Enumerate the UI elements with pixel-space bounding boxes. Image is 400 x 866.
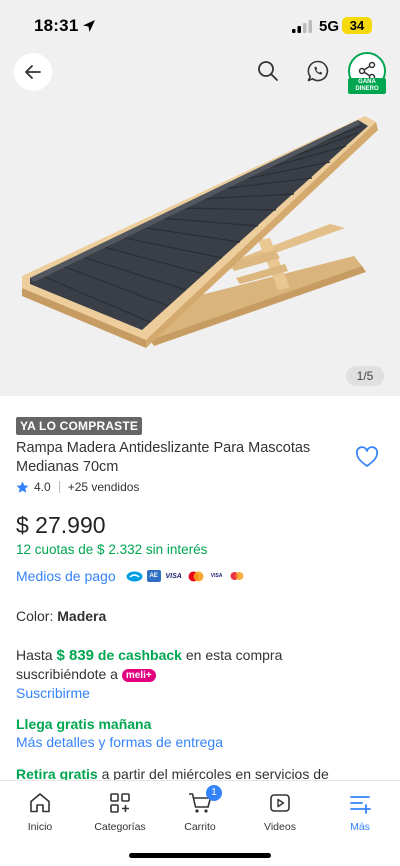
- nav-cart-label: Carrito: [184, 821, 216, 833]
- product-image[interactable]: [0, 78, 400, 348]
- divider: [58, 481, 60, 493]
- nav-categories-label: Categorías: [94, 821, 146, 833]
- product-gallery[interactable]: GANA DINERO 1/5: [0, 50, 400, 396]
- image-counter: 1/5: [346, 366, 384, 386]
- already-bought-badge: YA LO COMPRASTE: [16, 417, 143, 435]
- mercadopago-icon: [126, 571, 143, 581]
- home-indicator: [129, 853, 271, 858]
- cashback-amount: $ 839: [56, 647, 95, 664]
- payment-methods-row[interactable]: Medios de pago AE VISA VISA: [16, 568, 245, 584]
- home-icon: [30, 793, 50, 813]
- price: $ 27.990: [16, 512, 106, 538]
- nav-home-label: Inicio: [27, 821, 53, 833]
- nav-more-label: Más: [350, 821, 370, 833]
- shipping-info: Llega gratis mañana: [16, 716, 152, 732]
- cashback-word: de cashback: [97, 647, 182, 663]
- star-icon: [16, 481, 29, 493]
- subscribe-link[interactable]: Suscribirme: [16, 685, 90, 701]
- nav-more[interactable]: Más: [320, 791, 400, 833]
- nav-cart[interactable]: 1 Carrito: [160, 785, 240, 833]
- video-icon: [270, 794, 290, 812]
- rating-row[interactable]: 4.0 +25 vendidos: [16, 480, 139, 494]
- network-type: 5G: [319, 18, 340, 35]
- heart-icon[interactable]: [352, 442, 382, 472]
- color-selector[interactable]: Color: Madera: [16, 608, 106, 624]
- sold-count: +25 vendidos: [67, 480, 140, 494]
- cart-count-badge: 1: [206, 785, 222, 801]
- payment-methods-link[interactable]: Medios de pago: [16, 568, 116, 584]
- location-arrow-icon: [83, 20, 95, 32]
- signal-icon: [292, 20, 312, 33]
- installments: 12 cuotas de $ 2.332 sin interés: [16, 542, 208, 557]
- amex-icon: AE: [146, 570, 161, 582]
- shipping-details-link[interactable]: Más detalles y formas de entrega: [16, 734, 223, 750]
- meli-plus-badge: meli+: [121, 669, 156, 682]
- status-bar: 18:31 5G 34: [0, 0, 400, 50]
- clock: 18:31: [34, 16, 79, 35]
- nav-home[interactable]: Inicio: [0, 791, 80, 833]
- color-value: Madera: [57, 608, 107, 624]
- cashback-info: Hasta $ 839 de cashback en esta compra s…: [16, 646, 336, 684]
- payment-icons: AE VISA VISA: [126, 570, 245, 582]
- cashback-prefix: Hasta: [16, 647, 53, 663]
- rating-value: 4.0: [34, 480, 51, 494]
- visa-debit-icon: VISA: [208, 571, 225, 581]
- nav-videos-label: Videos: [264, 821, 296, 833]
- mastercard-icon: [188, 571, 204, 581]
- product-title: Rampa Madera Antideslizante Para Mascota…: [16, 440, 311, 475]
- menu-icon: [350, 796, 371, 814]
- nav-videos[interactable]: Videos: [240, 791, 320, 833]
- maestro-icon: [230, 572, 244, 580]
- visa-icon: VISA: [164, 571, 183, 581]
- nav-categories[interactable]: Categorías: [80, 791, 160, 833]
- categories-icon: [110, 793, 130, 813]
- color-label: Color:: [16, 608, 54, 624]
- battery-indicator: 34: [342, 17, 372, 34]
